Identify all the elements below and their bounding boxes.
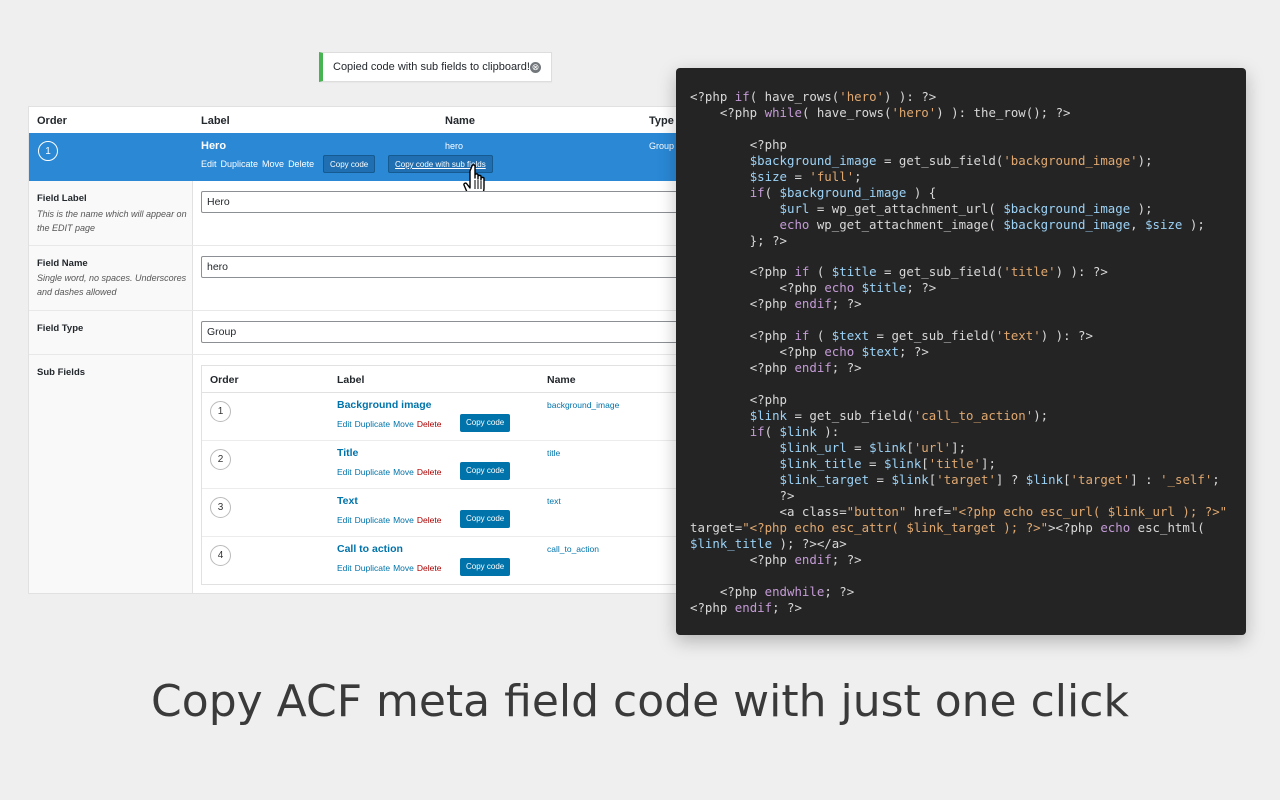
copy-code-button[interactable]: Copy code bbox=[460, 414, 511, 432]
edit-link[interactable]: Edit bbox=[337, 467, 352, 477]
delete-link[interactable]: Delete bbox=[417, 467, 442, 477]
sub-field-label[interactable]: Background image bbox=[337, 399, 432, 411]
row-actions: Edit Duplicate Move Delete bbox=[337, 515, 441, 525]
order-badge[interactable]: 1 bbox=[210, 401, 231, 422]
header-type: Type bbox=[649, 115, 674, 127]
move-link[interactable]: Move bbox=[393, 515, 414, 525]
sub-field-label[interactable]: Title bbox=[337, 447, 358, 459]
duplicate-link[interactable]: Duplicate bbox=[355, 419, 390, 429]
field-row-hero[interactable]: 1 Hero hero Group Edit Duplicate Move De… bbox=[29, 133, 727, 181]
field-label-title: Field Label bbox=[37, 193, 87, 204]
notice-text: Copied code with sub fields to clipboard… bbox=[333, 61, 530, 73]
sub-field-name: text bbox=[547, 496, 561, 506]
edit-link[interactable]: Edit bbox=[337, 419, 352, 429]
generated-code[interactable]: <?php if( have_rows('hero') ): ?> <?php … bbox=[690, 89, 1227, 615]
duplicate-link[interactable]: Duplicate bbox=[221, 159, 259, 169]
field-type-setting: Field Type Group bbox=[29, 311, 727, 355]
edit-link[interactable]: Edit bbox=[337, 515, 352, 525]
row-actions: Edit Duplicate Move Delete bbox=[337, 563, 441, 573]
sub-field-name: title bbox=[547, 448, 561, 458]
field-type-title: Field Type bbox=[37, 323, 84, 334]
acf-field-panel: Order Label Name Type 1 Hero hero Group … bbox=[28, 106, 728, 594]
header-order: Order bbox=[37, 115, 67, 127]
header-label: Label bbox=[201, 115, 230, 127]
order-badge[interactable]: 4 bbox=[210, 545, 231, 566]
sub-header-label: Label bbox=[337, 374, 365, 386]
fields-table-header: Order Label Name Type bbox=[29, 107, 727, 134]
field-name-input[interactable]: hero bbox=[201, 256, 727, 278]
copy-code-button[interactable]: Copy code bbox=[460, 558, 511, 576]
field-label-desc: This is the name which will appear on th… bbox=[37, 209, 187, 233]
code-preview-window: <?php if( have_rows('hero') ): ?> <?php … bbox=[676, 68, 1246, 635]
field-label-hero[interactable]: Hero bbox=[201, 140, 226, 152]
field-label-input[interactable]: Hero bbox=[201, 191, 727, 213]
sub-field-label[interactable]: Text bbox=[337, 495, 358, 507]
move-link[interactable]: Move bbox=[393, 563, 414, 573]
move-link[interactable]: Move bbox=[393, 419, 414, 429]
field-type-select[interactable]: Group bbox=[201, 321, 727, 343]
duplicate-link[interactable]: Duplicate bbox=[355, 467, 390, 477]
delete-link[interactable]: Delete bbox=[417, 515, 442, 525]
duplicate-link[interactable]: Duplicate bbox=[355, 563, 390, 573]
field-name-title: Field Name bbox=[37, 258, 88, 269]
sub-fields-title: Sub Fields bbox=[37, 367, 86, 378]
row-actions: Edit Duplicate Move Delete bbox=[337, 419, 441, 429]
order-badge[interactable]: 3 bbox=[210, 497, 231, 518]
row-actions: Edit Duplicate Move Delete bbox=[337, 467, 441, 477]
sub-field-row[interactable]: 3 Text text Edit Duplicate Move Delete C… bbox=[202, 488, 727, 537]
sub-header-name: Name bbox=[547, 374, 576, 386]
header-name: Name bbox=[445, 115, 475, 127]
copied-notice: Copied code with sub fields to clipboard… bbox=[319, 52, 552, 82]
order-badge[interactable]: 2 bbox=[210, 449, 231, 470]
sub-field-name: background_image bbox=[547, 400, 620, 410]
copy-code-button[interactable]: Copy code bbox=[323, 155, 376, 173]
sub-field-label[interactable]: Call to action bbox=[337, 543, 403, 555]
copy-code-button[interactable]: Copy code bbox=[460, 462, 511, 480]
sub-field-row[interactable]: 1 Background image background_image Edit… bbox=[202, 392, 727, 441]
copy-code-button[interactable]: Copy code bbox=[460, 510, 511, 528]
field-type-hero: Group bbox=[649, 141, 675, 151]
promo-caption: Copy ACF meta field code with just one c… bbox=[151, 676, 1129, 727]
sub-field-name: call_to_action bbox=[547, 544, 599, 554]
sub-fields-header: Order Label Name bbox=[202, 366, 727, 393]
delete-link[interactable]: Delete bbox=[288, 159, 314, 169]
duplicate-link[interactable]: Duplicate bbox=[355, 515, 390, 525]
field-name-desc: Single word, no spaces. Underscores and … bbox=[37, 273, 187, 297]
order-badge[interactable]: 1 bbox=[38, 141, 58, 161]
move-link[interactable]: Move bbox=[393, 467, 414, 477]
field-label-setting: Field Label This is the name which will … bbox=[29, 181, 727, 245]
sub-field-row[interactable]: 2 Title title Edit Duplicate Move Delete… bbox=[202, 440, 727, 489]
row-actions: Edit Duplicate Move Delete bbox=[201, 159, 314, 169]
field-name-setting: Field Name Single word, no spaces. Under… bbox=[29, 246, 727, 310]
move-link[interactable]: Move bbox=[262, 159, 284, 169]
edit-link[interactable]: Edit bbox=[337, 563, 352, 573]
sub-header-order: Order bbox=[210, 374, 239, 386]
field-name-hero: hero bbox=[445, 141, 464, 151]
sub-fields-table: Order Label Name 1 Background image back… bbox=[201, 365, 727, 585]
edit-link[interactable]: Edit bbox=[201, 159, 217, 169]
delete-link[interactable]: Delete bbox=[417, 419, 442, 429]
sub-field-row[interactable]: 4 Call to action call_to_action Edit Dup… bbox=[202, 536, 727, 584]
delete-link[interactable]: Delete bbox=[417, 563, 442, 573]
dismiss-icon[interactable]: ⊗ bbox=[530, 62, 541, 73]
